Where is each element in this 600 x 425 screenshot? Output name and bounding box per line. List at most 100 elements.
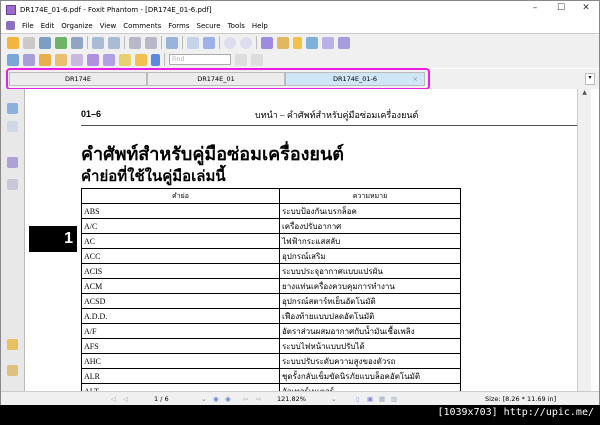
abbreviation-cell: ALR bbox=[81, 368, 280, 384]
forward-icon[interactable]: ⇨ bbox=[256, 395, 261, 403]
stamp-icon[interactable] bbox=[39, 53, 51, 66]
last-page-icon[interactable]: ◉ bbox=[225, 395, 231, 403]
highlight-outline bbox=[6, 68, 430, 90]
meaning-cell: ระบบไฟหน้าแบบปรับได้ bbox=[279, 338, 461, 354]
app-window: DR174E_01-6.pdf - Foxit Phantom - [DR174… bbox=[0, 0, 600, 405]
menu-secure[interactable]: Secure bbox=[197, 22, 221, 30]
table-row: ACM ยางแท่นเครื่องควบคุมการทำงาน bbox=[81, 278, 461, 294]
first-page-icon[interactable]: ◁ bbox=[111, 395, 116, 403]
status-bar: ◁ ◁ 1 / 6 ⌄ ◉ ◉ ⇦ ⇨ 121.82% ⌄ ▯ ▣ ▦ ▥ Si… bbox=[1, 391, 599, 405]
table-row: ALR ชุดรั้งกลับเข็มขัดนิรภัยแบบล็อคอัตโนม… bbox=[81, 368, 461, 384]
comment-icon[interactable] bbox=[135, 53, 147, 66]
abbreviation-cell: A.D.D. bbox=[81, 308, 280, 324]
table-row: AFS ระบบไฟหน้าแบบปรับได้ bbox=[81, 338, 461, 354]
facing-icon[interactable]: ▦ bbox=[379, 395, 385, 403]
zoom-dropdown-icon[interactable]: ⌄ bbox=[331, 395, 336, 403]
email-icon[interactable] bbox=[55, 36, 67, 49]
lock-icon[interactable] bbox=[71, 53, 83, 66]
paste-icon[interactable] bbox=[108, 36, 120, 49]
abbreviation-cell: AC bbox=[81, 233, 280, 249]
note-icon[interactable] bbox=[7, 53, 19, 66]
zoom-out-icon[interactable] bbox=[224, 36, 236, 49]
single-page-icon[interactable]: ▯ bbox=[356, 395, 360, 403]
undo-icon[interactable] bbox=[129, 36, 141, 49]
bookmarks-icon[interactable] bbox=[7, 103, 18, 114]
fit-page-icon[interactable] bbox=[187, 36, 199, 49]
abbreviation-cell: AFS bbox=[81, 338, 280, 354]
column-header-abbr: คำย่อ bbox=[81, 188, 280, 204]
minimize-button[interactable]: – bbox=[525, 3, 545, 13]
copy-icon[interactable] bbox=[92, 36, 104, 49]
zoom-plus-icon[interactable] bbox=[240, 36, 252, 49]
menu-help[interactable]: Help bbox=[252, 22, 268, 30]
header-rule bbox=[81, 125, 577, 126]
attachments-icon[interactable] bbox=[7, 339, 18, 350]
menu-app-icon[interactable] bbox=[6, 21, 15, 30]
checkbox-form-icon[interactable] bbox=[103, 53, 115, 66]
find-next-icon[interactable] bbox=[251, 53, 263, 66]
title-bar: DR174E_01-6.pdf - Foxit Phantom - [DR174… bbox=[1, 1, 599, 19]
text-field-icon[interactable] bbox=[119, 53, 131, 66]
meaning-cell: ยางแท่นเครื่องควบคุมการทำงาน bbox=[279, 278, 461, 294]
abbreviation-cell: ACM bbox=[81, 278, 280, 294]
menu-edit[interactable]: Edit bbox=[41, 22, 55, 30]
maximize-button[interactable]: ☐ bbox=[551, 3, 571, 13]
arrow-icon[interactable] bbox=[151, 53, 160, 66]
page-dropdown-icon[interactable]: ⌄ bbox=[201, 395, 206, 403]
redo-icon[interactable] bbox=[145, 36, 157, 49]
image-watermark: [1039x703] http://upic.me/ bbox=[437, 407, 594, 418]
select-arrow-icon[interactable] bbox=[293, 36, 302, 49]
typewriter-icon[interactable] bbox=[322, 36, 334, 49]
scroll-up-icon[interactable]: ▲ bbox=[578, 89, 591, 96]
select-text-icon[interactable] bbox=[277, 36, 289, 49]
page-size-label: Size: [8.26 * 11.69 in] bbox=[485, 395, 557, 403]
close-button[interactable]: ✕ bbox=[576, 3, 596, 13]
abbreviation-cell: A/C bbox=[81, 218, 280, 234]
layers-icon[interactable] bbox=[7, 179, 18, 190]
meaning-cell: เฟืองท้ายแบบปลดอัตโนมัติ bbox=[279, 308, 461, 324]
menu-comments[interactable]: Comments bbox=[123, 22, 161, 30]
fit-width-icon[interactable] bbox=[203, 36, 215, 49]
table-row: A.D.D. เฟืองท้ายแบบปลดอัตโนมัติ bbox=[81, 308, 461, 324]
open-icon[interactable] bbox=[7, 36, 19, 49]
meaning-cell: ระบบป้องกันเบรกล็อค bbox=[279, 203, 461, 219]
table-row: ACC อุปกรณ์เสริม bbox=[81, 248, 461, 264]
menu-view[interactable]: View bbox=[100, 22, 117, 30]
abbreviation-cell: A/F bbox=[81, 323, 280, 339]
vertical-scrollbar[interactable]: ▲ bbox=[577, 89, 591, 391]
zoom-in-icon[interactable] bbox=[166, 36, 178, 49]
continuous-facing-icon[interactable]: ▥ bbox=[391, 395, 397, 403]
find-binoculars-icon[interactable] bbox=[306, 36, 318, 49]
column-header-meaning: ความหมาย bbox=[279, 188, 461, 204]
next-page-icon[interactable]: ◉ bbox=[213, 395, 219, 403]
scan-icon[interactable] bbox=[71, 36, 83, 49]
hand-tool-icon[interactable] bbox=[261, 36, 273, 49]
secondary-toolbar: Find bbox=[1, 51, 599, 68]
meaning-cell: อุปกรณ์เสริม bbox=[279, 248, 461, 264]
page-number-field[interactable]: 1 / 6 bbox=[154, 395, 169, 403]
print-icon[interactable] bbox=[39, 36, 51, 49]
pages-icon[interactable] bbox=[7, 121, 18, 132]
attach-icon[interactable] bbox=[55, 53, 67, 66]
tab-list-dropdown[interactable]: ▾ bbox=[585, 73, 595, 85]
find-input[interactable]: Find bbox=[169, 54, 231, 65]
menu-tools[interactable]: Tools bbox=[228, 22, 245, 30]
pencil-icon[interactable] bbox=[23, 53, 35, 66]
signatures-icon[interactable] bbox=[7, 365, 18, 376]
back-icon[interactable]: ⇦ bbox=[243, 395, 248, 403]
meaning-cell: อัลเทอร์เนเตอร์ bbox=[279, 383, 461, 391]
menu-forms[interactable]: Forms bbox=[168, 22, 189, 30]
navigation-panel bbox=[1, 89, 25, 391]
find-prev-icon[interactable] bbox=[235, 53, 247, 66]
annotations-icon[interactable] bbox=[7, 157, 18, 168]
prev-page-icon[interactable]: ◁ bbox=[123, 395, 128, 403]
meaning-cell: เครื่องปรับอากาศ bbox=[279, 218, 461, 234]
abbreviation-table: คำย่อ ความหมาย ABS ระบบป้องกันเบรกล็อค A/C… bbox=[81, 188, 461, 391]
edit-form-icon[interactable] bbox=[87, 53, 99, 66]
snapshot-icon[interactable] bbox=[338, 36, 350, 49]
continuous-icon[interactable]: ▣ bbox=[367, 395, 373, 403]
menu-file[interactable]: File bbox=[22, 22, 34, 30]
menu-organize[interactable]: Organize bbox=[61, 22, 92, 30]
save-icon[interactable] bbox=[23, 36, 35, 49]
zoom-field[interactable]: 121.82% bbox=[277, 395, 306, 403]
